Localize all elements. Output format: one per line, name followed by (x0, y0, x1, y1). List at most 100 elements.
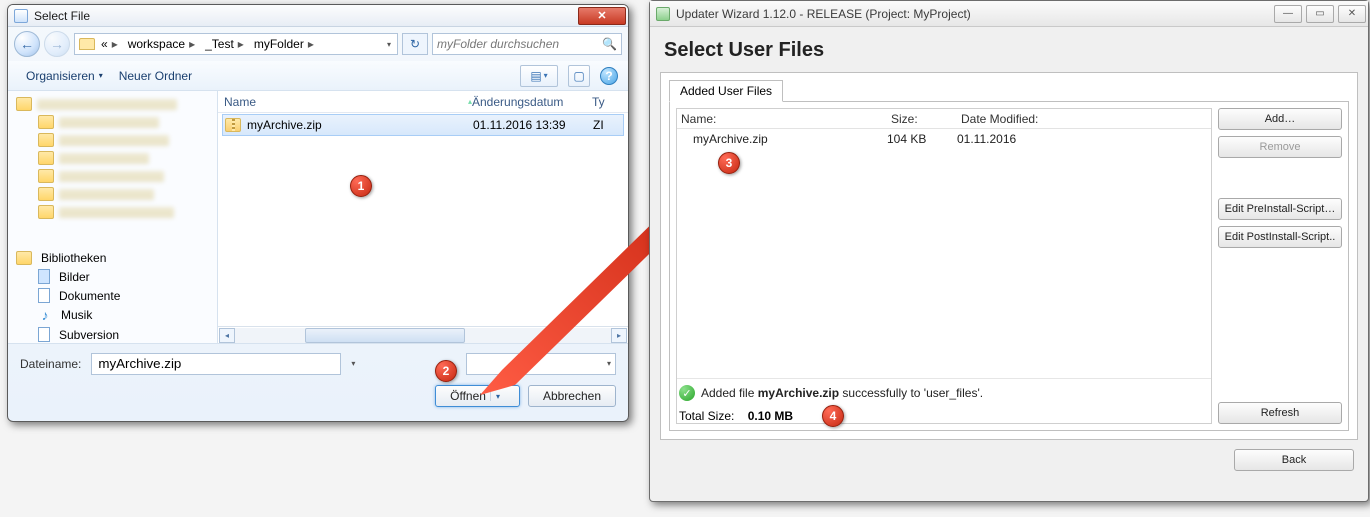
main-panel: Added User Files Name: Size: Date Modifi… (660, 72, 1358, 440)
page-heading: Select User Files (650, 27, 1368, 72)
toolbar: Organisieren▾ Neuer Ordner ▤ ▾ ▢ ? (8, 61, 628, 91)
new-folder-button[interactable]: Neuer Ordner (111, 66, 200, 86)
column-name[interactable]: Name ▴ (224, 95, 472, 109)
folder-icon (38, 133, 54, 147)
horizontal-scrollbar[interactable]: ◂ ▸ (218, 326, 628, 343)
cancel-button[interactable]: Abbrechen (528, 385, 616, 407)
tree-item[interactable]: Dokumente (16, 286, 217, 305)
maximize-button[interactable]: ▭ (1306, 5, 1334, 23)
total-size: Total Size: 0.10 MB (677, 403, 1211, 423)
dialog-buttons: Öffnen▾ Abbrechen (8, 383, 628, 421)
side-buttons: Add… Remove Edit PreInstall-Script… Edit… (1218, 108, 1342, 424)
document-icon (38, 288, 50, 303)
annotation-callout-4: 4 (822, 405, 844, 427)
add-button[interactable]: Add… (1218, 108, 1342, 130)
table-row[interactable]: myArchive.zip 104 KB 01.11.2016 (677, 129, 1211, 149)
success-icon: ✓ (679, 385, 695, 401)
blurred-item (59, 135, 169, 146)
organize-menu[interactable]: Organisieren▾ (18, 66, 111, 86)
updater-wizard-window: Updater Wizard 1.12.0 - RELEASE (Project… (649, 0, 1369, 502)
view-options-button[interactable]: ▤ ▾ (520, 65, 558, 87)
app-icon (656, 7, 670, 21)
blurred-item (59, 207, 174, 218)
breadcrumb-item[interactable]: _Test▸ (203, 34, 250, 54)
back-button[interactable]: Back (1234, 449, 1354, 471)
tree-item[interactable]: Subversion (16, 325, 217, 343)
cell-name: myArchive.zip (693, 132, 887, 146)
refresh-button[interactable]: Refresh (1218, 402, 1342, 424)
document-icon (38, 327, 50, 342)
filename-row: Dateiname: ▾ ▾ (8, 343, 628, 383)
folder-icon (16, 97, 32, 111)
wizard-footer: Back (650, 440, 1368, 480)
help-icon[interactable]: ? (600, 67, 618, 85)
music-icon: ♪ (38, 307, 52, 323)
blurred-item (59, 171, 164, 182)
nav-bar: ← → «▸ workspace▸ _Test▸ myFolder▸ ▾ ↻ m… (8, 27, 628, 61)
dialog-body: Bibliotheken Bilder Dokumente ♪Musik Sub… (8, 91, 628, 343)
filename-dropdown-icon[interactable]: ▾ (351, 359, 355, 368)
column-date[interactable]: Änderungsdatum (472, 95, 592, 109)
scroll-right-icon[interactable]: ▸ (611, 328, 627, 343)
annotation-callout-2: 2 (435, 360, 457, 382)
folder-icon (79, 38, 95, 50)
column-headers[interactable]: Name ▴ Änderungsdatum Ty (218, 91, 628, 113)
window-title: Updater Wizard 1.12.0 - RELEASE (Project… (676, 7, 1274, 21)
folder-tree[interactable]: Bibliotheken Bilder Dokumente ♪Musik Sub… (8, 91, 218, 343)
filename-label: Dateiname: (20, 357, 81, 371)
blurred-item (37, 99, 177, 110)
column-size[interactable]: Size: (891, 112, 961, 126)
pictures-icon (38, 269, 50, 284)
tree-item-libraries[interactable]: Bibliotheken (16, 249, 217, 267)
file-filter-dropdown[interactable]: ▾ (466, 353, 616, 375)
folder-icon (38, 187, 54, 201)
edit-postinstall-button[interactable]: Edit PostInstall-Script.. (1218, 226, 1342, 248)
file-type: ZI (593, 118, 613, 132)
close-button[interactable]: ✕ (1338, 5, 1366, 23)
folder-icon (38, 115, 54, 129)
search-placeholder: myFolder durchsuchen (437, 37, 559, 51)
remove-button[interactable]: Remove (1218, 136, 1342, 158)
file-list: Name ▴ Änderungsdatum Ty myArchive.zip 0… (218, 91, 628, 343)
edit-preinstall-button[interactable]: Edit PreInstall-Script… (1218, 198, 1342, 220)
file-row-selected[interactable]: myArchive.zip 01.11.2016 13:39 ZI (222, 114, 624, 136)
search-icon: 🔍 (602, 37, 617, 51)
column-date[interactable]: Date Modified: (961, 112, 1207, 126)
titlebar[interactable]: Updater Wizard 1.12.0 - RELEASE (Project… (650, 1, 1368, 27)
tab-added-user-files[interactable]: Added User Files (669, 80, 783, 102)
tree-item[interactable]: Bilder (16, 267, 217, 286)
breadcrumb-item[interactable]: myFolder▸ (252, 34, 320, 54)
libraries-icon (16, 251, 32, 265)
scrollbar-thumb[interactable] (305, 328, 465, 343)
search-input[interactable]: myFolder durchsuchen 🔍 (432, 33, 622, 55)
breadcrumb[interactable]: «▸ workspace▸ _Test▸ myFolder▸ ▾ (74, 33, 398, 55)
folder-icon (38, 169, 54, 183)
tab-content: Name: Size: Date Modified: myArchive.zip… (669, 101, 1349, 431)
breadcrumb-item[interactable]: workspace▸ (126, 34, 201, 54)
table-header: Name: Size: Date Modified: (677, 109, 1211, 129)
app-icon (14, 9, 28, 23)
titlebar[interactable]: Select File ✕ (8, 5, 628, 27)
folder-icon (38, 151, 54, 165)
folder-icon (38, 205, 54, 219)
back-button[interactable]: ← (14, 31, 40, 57)
history-dropdown-icon[interactable]: ▾ (383, 40, 395, 49)
cell-date: 01.11.2016 (957, 132, 1207, 146)
file-table-area: Name: Size: Date Modified: myArchive.zip… (676, 108, 1212, 424)
minimize-button[interactable]: — (1274, 5, 1302, 23)
zip-icon (225, 118, 241, 132)
forward-button[interactable]: → (44, 31, 70, 57)
preview-pane-button[interactable]: ▢ (568, 65, 590, 87)
blurred-item (59, 189, 154, 200)
close-button[interactable]: ✕ (578, 7, 626, 25)
open-button[interactable]: Öffnen▾ (435, 385, 520, 407)
refresh-button[interactable]: ↻ (402, 33, 428, 55)
breadcrumb-overflow[interactable]: «▸ (99, 34, 124, 54)
column-name[interactable]: Name: (681, 112, 891, 126)
blurred-item (59, 153, 149, 164)
tree-item[interactable]: ♪Musik (16, 305, 217, 325)
column-type[interactable]: Ty (592, 95, 612, 109)
filename-input[interactable] (91, 353, 341, 375)
scroll-left-icon[interactable]: ◂ (219, 328, 235, 343)
status-message: ✓ Added file myArchive.zip successfully … (677, 378, 1211, 403)
